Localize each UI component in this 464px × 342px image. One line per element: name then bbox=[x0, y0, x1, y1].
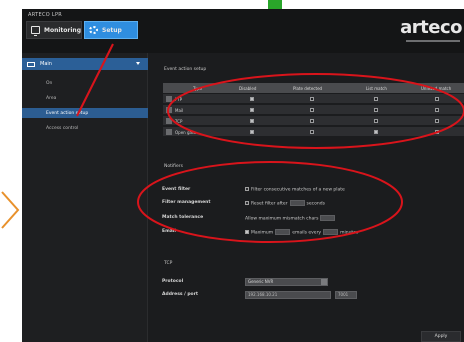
screenshot-stage: ARTECO LPR Monitoring Setup arteco Main … bbox=[0, 0, 464, 342]
annotation-pointer-line bbox=[76, 43, 114, 117]
annotation-ellipse-table bbox=[167, 73, 464, 149]
annotation-overlay bbox=[76, 43, 464, 243]
annotation-ellipse-notifiers bbox=[137, 161, 403, 243]
